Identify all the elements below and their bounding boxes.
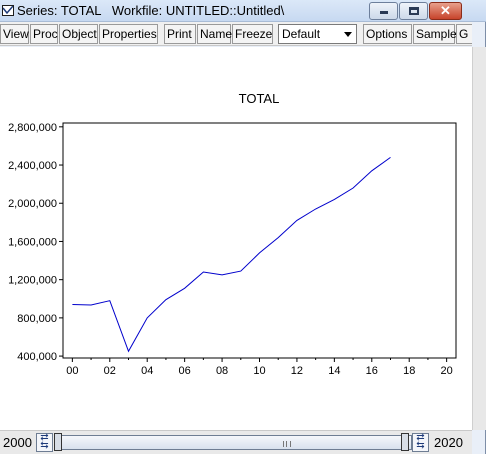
series-line (72, 156, 391, 353)
sample-start-handle[interactable] (54, 433, 62, 451)
name-button[interactable]: Name (197, 24, 232, 44)
minimize-button[interactable] (369, 2, 398, 20)
series-window: Series: TOTAL Workfile: UNTITLED::Untitl… (0, 0, 486, 460)
plot-frame (62, 122, 457, 359)
genr-button[interactable]: G (456, 24, 472, 44)
print-button[interactable]: Print (164, 24, 196, 44)
x-tick-label: 06 (179, 365, 191, 377)
x-tick-label: 12 (291, 365, 303, 377)
close-button[interactable]: ✕ (429, 2, 462, 20)
y-tick-label: 400,000 (17, 351, 57, 363)
x-tick-label: 14 (328, 365, 340, 377)
sample-start-label: 2000 (3, 435, 32, 450)
sample-end-label: 2020 (434, 435, 463, 450)
sample-slider-track[interactable] (54, 435, 412, 450)
freeze-button[interactable]: Freeze (232, 24, 273, 44)
bottom-margin (0, 454, 486, 460)
y-axis: 400,000 800,000 1,200,000 1,600,000 2,000,00… (8, 122, 63, 363)
x-tick-label: 00 (66, 365, 78, 377)
y-tick-label: 2,000,000 (8, 198, 57, 210)
toolbar: View Proc Object Properties Print Name F… (0, 22, 472, 46)
x-axis: 00 02 04 06 08 10 12 14 16 18 20 (66, 358, 453, 377)
series-layer (72, 156, 391, 353)
view-mode-select[interactable]: Default (278, 24, 357, 44)
x-tick-label: 08 (216, 365, 228, 377)
view-mode-value: Default (282, 27, 321, 41)
line-chart: TOTAL 400,000 800,000 1,200,000 1,600,000 2,… (8, 91, 457, 377)
y-tick-label: 1,200,000 (8, 275, 57, 287)
maximize-icon (409, 7, 419, 15)
options-button[interactable]: Options (363, 24, 412, 44)
y-tick-label: 1,600,000 (8, 236, 57, 248)
y-tick-label: 800,000 (17, 313, 57, 325)
chart-title: TOTAL (239, 91, 280, 106)
proc-button[interactable]: Proc (30, 24, 58, 44)
graph-canvas: TOTAL 400,000 800,000 1,200,000 1,600,000 2,… (0, 47, 472, 430)
sample-range-bar: 2000 ⇄ ⇆ ⇄ ⇆ 2020 (0, 430, 472, 454)
y-tick-label: 2,400,000 (8, 160, 57, 172)
sample-button[interactable]: Sample (413, 24, 457, 44)
maximize-button[interactable] (399, 2, 428, 20)
x-tick-label: 16 (366, 365, 378, 377)
x-tick-label: 20 (441, 365, 453, 377)
graph-icon (2, 5, 14, 16)
properties-button[interactable]: Properties (99, 24, 158, 44)
x-tick-label: 10 (253, 365, 265, 377)
x-tick-label: 04 (141, 365, 153, 377)
object-button[interactable]: Object (59, 24, 98, 44)
title-bar[interactable]: Series: TOTAL Workfile: UNTITLED::Untitl… (0, 0, 486, 22)
y-tick-label: 2,800,000 (8, 122, 57, 134)
view-button[interactable]: View (0, 24, 29, 44)
right-range-arrows-icon[interactable]: ⇄ ⇆ (412, 433, 429, 452)
close-icon: ✕ (440, 3, 451, 18)
x-tick-label: 02 (104, 365, 116, 377)
slider-grip-icon (283, 441, 291, 447)
x-tick-label: 18 (403, 365, 415, 377)
vertical-scrollbar[interactable] (472, 47, 486, 430)
left-range-arrows-icon[interactable]: ⇄ ⇆ (36, 433, 53, 452)
sample-end-handle[interactable] (401, 433, 409, 451)
chevron-down-icon (344, 32, 352, 37)
window-title: Series: TOTAL Workfile: UNTITLED::Untitl… (17, 3, 285, 18)
minimize-icon (380, 11, 388, 14)
